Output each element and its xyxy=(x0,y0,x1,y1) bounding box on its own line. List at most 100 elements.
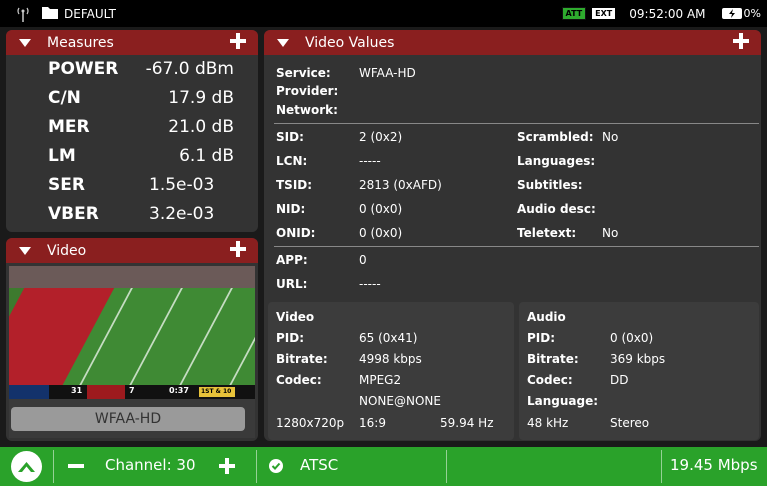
scoreboard-home xyxy=(87,385,125,399)
measure-label: C/N xyxy=(48,88,81,108)
bottom-bar: Channel: 30 ATSC 19.45 Mbps xyxy=(0,447,767,486)
sid-value: 2 (0x2) xyxy=(359,130,403,144)
lcn-label: LCN: xyxy=(276,154,308,168)
url-label: URL: xyxy=(276,277,308,291)
bitrate-readout: 19.45 Mbps xyxy=(670,456,758,474)
measure-row-cn: C/N 17.9 dB xyxy=(6,88,258,116)
separator xyxy=(256,450,257,483)
battery-indicator: 0% xyxy=(721,7,761,20)
add-icon[interactable] xyxy=(733,33,749,49)
add-icon[interactable] xyxy=(230,241,246,257)
subtitles-label: Subtitles: xyxy=(517,178,583,192)
scoreboard-away xyxy=(9,385,49,399)
audio-bitrate-label: Bitrate: xyxy=(527,352,579,366)
add-icon[interactable] xyxy=(230,33,246,49)
crowd-graphic xyxy=(9,266,255,288)
video-framerate: 59.94 Hz xyxy=(440,416,494,430)
video-pid-label: PID: xyxy=(276,331,305,345)
profile-name[interactable]: DEFAULT xyxy=(64,7,116,21)
collapse-triangle-icon[interactable] xyxy=(19,38,31,47)
external-badge: EXT xyxy=(592,8,616,19)
home-score: 7 xyxy=(129,386,135,395)
measure-value: -67.0 dBm xyxy=(145,59,234,79)
measures-panel: Measures POWER -67.0 dBm C/N 17.9 dB MER… xyxy=(6,30,258,232)
battery-percent: 0% xyxy=(743,7,761,20)
video-bitrate-value: 4998 kbps xyxy=(359,352,422,366)
audio-channels: Stereo xyxy=(610,416,650,430)
audio-bitrate-value: 369 kbps xyxy=(610,352,666,366)
tsid-label: TSID: xyxy=(276,178,313,192)
nid-label: NID: xyxy=(276,202,306,216)
home-logo-icon[interactable] xyxy=(11,451,42,482)
measure-row-power: POWER -67.0 dBm xyxy=(6,59,258,87)
battery-charging-icon xyxy=(721,8,742,19)
folder-icon[interactable] xyxy=(42,6,58,22)
video-header[interactable]: Video xyxy=(6,238,258,263)
divider xyxy=(274,123,759,124)
separator xyxy=(661,450,662,483)
nid-value: 0 (0x0) xyxy=(359,202,403,216)
video-values-panel: Video Values Service: WFAA-HD Provider: … xyxy=(264,30,761,441)
measure-row-lm: LM 6.1 dB xyxy=(6,146,258,174)
onid-label: ONID: xyxy=(276,226,316,240)
measure-label: POWER xyxy=(48,59,119,79)
separator xyxy=(446,450,447,483)
game-clock: 0:37 xyxy=(169,386,189,395)
video-profile-value: NONE@NONE xyxy=(359,394,441,408)
lcn-value: ----- xyxy=(359,154,381,168)
service-label: Service: xyxy=(276,66,331,80)
audio-codec-value: DD xyxy=(610,373,629,387)
app-label: APP: xyxy=(276,253,308,267)
provider-label: Provider: xyxy=(276,84,339,98)
clock: 09:52:00 AM xyxy=(629,6,706,21)
scoreboard: 31 7 0:37 1ST & 10 xyxy=(9,385,255,399)
measure-value: 1.5e-03 xyxy=(149,175,215,195)
teletext-value: No xyxy=(602,226,619,240)
measure-label: LM xyxy=(48,146,76,166)
network-label: Network: xyxy=(276,103,338,117)
attenuator-badge: ATT xyxy=(561,7,587,20)
video-stream-box: Video PID: 65 (0x41) Bitrate: 4998 kbps … xyxy=(268,302,514,440)
service-value: WFAA-HD xyxy=(359,66,416,80)
divider xyxy=(274,246,759,247)
video-resolution: 1280x720p xyxy=(276,416,345,430)
audio-codec-label: Codec: xyxy=(527,373,573,387)
check-icon xyxy=(269,459,283,473)
video-codec-label: Codec: xyxy=(276,373,322,387)
onid-value: 0 (0x0) xyxy=(359,226,403,240)
languages-label: Languages: xyxy=(517,154,596,168)
standard-label[interactable]: ATSC xyxy=(300,456,338,474)
scrambled-label: Scrambled: xyxy=(517,130,594,144)
video-aspect: 16:9 xyxy=(359,416,386,430)
channel-down-button[interactable] xyxy=(68,464,84,468)
video-values-title: Video Values xyxy=(305,34,395,51)
collapse-triangle-icon[interactable] xyxy=(277,38,289,47)
video-bitrate-label: Bitrate: xyxy=(276,352,328,366)
measure-label: SER xyxy=(48,175,85,195)
away-score: 31 xyxy=(71,386,83,395)
video-title: Video xyxy=(47,242,87,259)
measures-header[interactable]: Measures xyxy=(6,30,258,55)
audio-pid-value: 0 (0x0) xyxy=(610,331,654,345)
sid-label: SID: xyxy=(276,130,304,144)
video-values-header[interactable]: Video Values xyxy=(264,30,761,55)
measure-value: 21.0 dB xyxy=(168,117,234,137)
measure-row-mer: MER 21.0 dB xyxy=(6,117,258,145)
channel-label[interactable]: Channel: 30 xyxy=(105,456,196,474)
down-distance: 1ST & 10 xyxy=(201,388,232,395)
channel-up-button[interactable] xyxy=(219,458,235,474)
tsid-value: 2813 (0xAFD) xyxy=(359,178,442,192)
scrambled-value: No xyxy=(602,130,619,144)
measure-value: 6.1 dB xyxy=(179,146,234,166)
audio-stream-heading: Audio xyxy=(527,310,566,324)
measure-value: 3.2e-03 xyxy=(149,204,215,224)
service-name-badge: WFAA-HD xyxy=(11,407,245,431)
video-codec-value: MPEG2 xyxy=(359,373,402,387)
video-pid-value: 65 (0x41) xyxy=(359,331,418,345)
collapse-triangle-icon[interactable] xyxy=(19,246,31,255)
measure-row-vber: VBER 3.2e-03 xyxy=(6,204,258,232)
video-stream-heading: Video xyxy=(276,310,315,324)
separator xyxy=(53,450,54,483)
measure-label: VBER xyxy=(48,204,99,224)
audio-samplerate: 48 kHz xyxy=(527,416,569,430)
